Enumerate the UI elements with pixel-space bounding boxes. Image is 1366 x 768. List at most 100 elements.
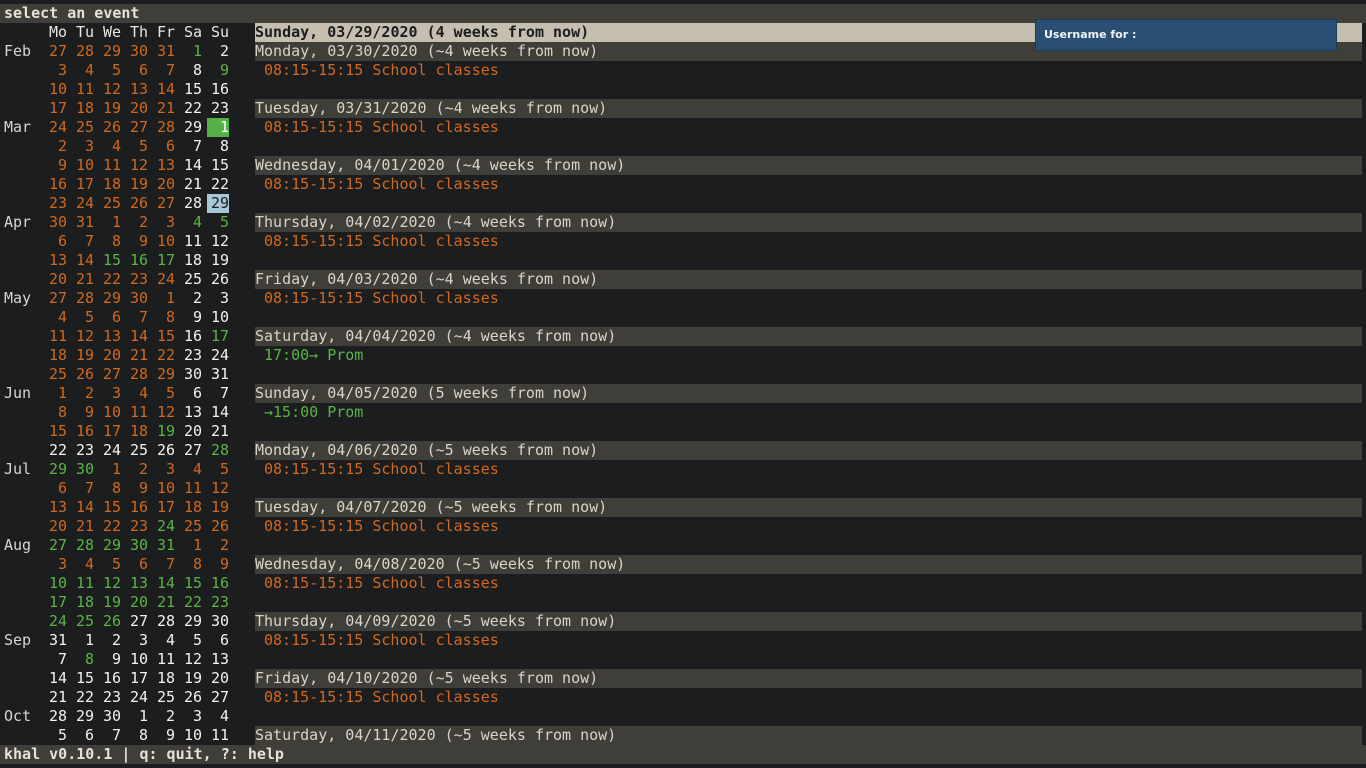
calendar-day[interactable]: 29 — [153, 365, 175, 384]
calendar-day[interactable]: 7 — [126, 308, 148, 327]
calendar-day[interactable]: 16 — [207, 574, 229, 593]
calendar-day[interactable]: 16 — [207, 80, 229, 99]
calendar-day[interactable]: 14 — [72, 498, 94, 517]
calendar-day[interactable]: 22 — [45, 441, 67, 460]
calendar-day[interactable]: 12 — [99, 80, 121, 99]
calendar-day[interactable]: 26 — [126, 194, 148, 213]
calendar-day[interactable]: 25 — [72, 612, 94, 631]
calendar-day[interactable]: 7 — [99, 726, 121, 745]
calendar-day[interactable]: 20 — [180, 422, 202, 441]
calendar-day[interactable]: 24 — [207, 346, 229, 365]
calendar-day[interactable]: 15 — [153, 327, 175, 346]
event-item[interactable]: 08:15-15:15 School classes — [255, 118, 1362, 137]
calendar-day[interactable]: 21 — [207, 422, 229, 441]
calendar-day[interactable]: 31 — [153, 536, 175, 555]
calendar-day[interactable]: 17 — [99, 422, 121, 441]
calendar-day[interactable]: 10 — [207, 308, 229, 327]
calendar-day[interactable]: 8 — [180, 555, 202, 574]
calendar-day[interactable]: 24 — [153, 517, 175, 536]
calendar-day[interactable]: 4 — [72, 555, 94, 574]
event-item[interactable]: →15:00 Prom — [255, 403, 1362, 422]
calendar-day[interactable]: 17 — [126, 669, 148, 688]
calendar-day[interactable]: 17 — [207, 327, 229, 346]
calendar-day[interactable]: 20 — [126, 99, 148, 118]
calendar-day[interactable]: 7 — [72, 479, 94, 498]
calendar-day[interactable]: 5 — [126, 137, 148, 156]
event-day-header[interactable]: Tuesday, 04/07/2020 (~5 weeks from now) — [255, 498, 1362, 517]
calendar-day[interactable]: 19 — [72, 346, 94, 365]
calendar-day[interactable]: 22 — [180, 99, 202, 118]
calendar-day[interactable]: 14 — [207, 403, 229, 422]
calendar-day[interactable]: 22 — [99, 517, 121, 536]
calendar-day[interactable]: 13 — [180, 403, 202, 422]
calendar-day[interactable]: 4 — [99, 137, 121, 156]
calendar-day[interactable]: 18 — [180, 498, 202, 517]
calendar-day[interactable]: 8 — [72, 650, 94, 669]
calendar-day[interactable]: 29 — [180, 612, 202, 631]
calendar-day[interactable]: 28 — [72, 42, 94, 61]
calendar-day[interactable]: 25 — [72, 118, 94, 137]
calendar-day[interactable]: 28 — [180, 194, 202, 213]
calendar-day[interactable]: 3 — [153, 213, 175, 232]
calendar-day[interactable]: 16 — [99, 669, 121, 688]
calendar-day[interactable]: 12 — [99, 574, 121, 593]
event-day-header[interactable]: Saturday, 04/04/2020 (~4 weeks from now) — [255, 327, 1362, 346]
calendar-day[interactable]: 19 — [180, 669, 202, 688]
calendar-day[interactable]: 8 — [99, 232, 121, 251]
calendar-day[interactable]: 20 — [153, 175, 175, 194]
calendar-day[interactable]: 5 — [45, 726, 67, 745]
calendar-day[interactable]: 24 — [99, 441, 121, 460]
calendar-day[interactable]: 26 — [180, 688, 202, 707]
calendar-day[interactable]: 26 — [99, 612, 121, 631]
calendar-day[interactable]: 28 — [72, 536, 94, 555]
calendar-day[interactable]: 18 — [99, 175, 121, 194]
calendar-day[interactable]: 12 — [72, 327, 94, 346]
calendar-day[interactable]: 4 — [153, 631, 175, 650]
calendar-day[interactable]: 1 — [99, 213, 121, 232]
calendar-day[interactable]: 5 — [72, 308, 94, 327]
calendar-day[interactable]: 12 — [207, 479, 229, 498]
calendar-day[interactable]: 6 — [45, 479, 67, 498]
calendar-day[interactable]: 6 — [72, 726, 94, 745]
calendar-day[interactable]: 22 — [99, 270, 121, 289]
calendar-day[interactable]: 10 — [180, 726, 202, 745]
event-item[interactable]: 08:15-15:15 School classes — [255, 289, 1362, 308]
calendar-day[interactable]: 27 — [126, 118, 148, 137]
calendar-day[interactable]: 30 — [126, 289, 148, 308]
calendar-day[interactable]: 5 — [153, 384, 175, 403]
calendar-day[interactable]: 13 — [45, 251, 67, 270]
calendar-day[interactable]: 15 — [207, 156, 229, 175]
event-day-header[interactable]: Tuesday, 03/31/2020 (~4 weeks from now) — [255, 99, 1362, 118]
calendar-day[interactable]: 14 — [153, 80, 175, 99]
event-day-header[interactable]: Wednesday, 04/01/2020 (~4 weeks from now… — [255, 156, 1362, 175]
calendar-day[interactable]: 21 — [126, 346, 148, 365]
calendar-day[interactable]: 24 — [45, 612, 67, 631]
calendar-day[interactable]: 9 — [126, 479, 148, 498]
calendar-day[interactable]: 4 — [207, 707, 229, 726]
calendar-day[interactable]: 28 — [72, 289, 94, 308]
calendar-day[interactable]: 13 — [126, 80, 148, 99]
calendar-day[interactable]: 22 — [207, 175, 229, 194]
calendar-day[interactable]: 4 — [72, 61, 94, 80]
calendar-today[interactable]: 1 — [207, 118, 229, 137]
calendar-day[interactable]: 20 — [45, 270, 67, 289]
calendar-day[interactable]: 13 — [126, 574, 148, 593]
calendar-day[interactable]: 1 — [153, 289, 175, 308]
calendar-day[interactable]: 21 — [72, 270, 94, 289]
calendar-day[interactable]: 28 — [45, 707, 67, 726]
calendar-day[interactable]: 9 — [153, 726, 175, 745]
calendar-day[interactable]: 15 — [45, 422, 67, 441]
calendar-day[interactable]: 2 — [99, 631, 121, 650]
calendar-day[interactable]: 25 — [180, 270, 202, 289]
calendar-day[interactable]: 13 — [153, 156, 175, 175]
calendar-day[interactable]: 23 — [126, 517, 148, 536]
calendar-day[interactable]: 23 — [207, 593, 229, 612]
calendar-day[interactable]: 10 — [153, 232, 175, 251]
calendar-day[interactable]: 17 — [45, 99, 67, 118]
calendar-day[interactable]: 1 — [180, 536, 202, 555]
calendar-day[interactable]: 17 — [153, 251, 175, 270]
calendar-day[interactable]: 23 — [45, 194, 67, 213]
calendar-day[interactable]: 25 — [180, 517, 202, 536]
calendar-day[interactable]: 23 — [99, 688, 121, 707]
calendar-day[interactable]: 30 — [180, 365, 202, 384]
